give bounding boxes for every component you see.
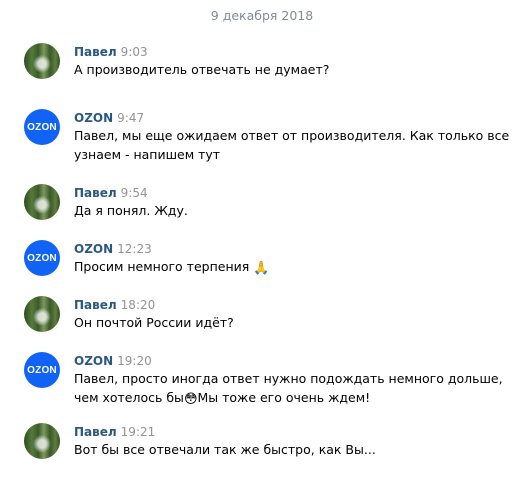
ozon-logo-icon: OZON [27, 252, 57, 264]
message: Павел 19:21 Вот бы все отвечали так же бы… [24, 423, 514, 463]
author-name[interactable]: OZON [74, 354, 113, 368]
avatar[interactable]: OZON [24, 240, 60, 276]
avatar[interactable]: OZON [24, 352, 60, 388]
message: OZON OZON 19:20 Павел, просто иногда отве… [24, 352, 514, 423]
message-header: Павел 9:54 [74, 184, 514, 200]
message-text-content: Мы тоже его очень ждем! [197, 390, 371, 405]
message: Павел 18:20 Он почтой России идёт? [24, 296, 514, 352]
timestamp[interactable]: 12:23 [117, 242, 152, 256]
author-name[interactable]: Павел [74, 186, 117, 200]
message: OZON OZON 9:47 Павел, мы еще ожидаем отве… [24, 109, 514, 184]
message-header: Павел 18:20 [74, 296, 514, 312]
flushed-face-emoji-icon: 😳 [183, 392, 198, 407]
author-name[interactable]: Павел [74, 298, 117, 312]
timestamp[interactable]: 18:20 [121, 298, 156, 312]
timestamp[interactable]: 19:21 [121, 425, 156, 439]
avatar[interactable] [24, 296, 60, 332]
timestamp[interactable]: 9:47 [117, 111, 144, 125]
message: Павел 9:54 Да я понял. Жду. [24, 184, 514, 240]
message-text: Павел, просто иногда ответ нужно подожда… [74, 369, 514, 407]
message-header: OZON 9:47 [74, 109, 514, 125]
message-header: Павел 19:21 [74, 423, 514, 439]
message-text: А производитель отвечать не думает? [74, 62, 330, 77]
avatar[interactable]: OZON [24, 109, 60, 145]
message-list: Павел 9:03 А производитель отвечать не ду… [24, 43, 514, 463]
message-header: Павел 9:03 [74, 43, 514, 59]
author-name[interactable]: Павел [74, 45, 117, 59]
message-text: Вот бы все отвечали так же быстро, как В… [74, 442, 376, 457]
message-text: Просим немного терпения 🙏 [74, 257, 514, 276]
folded-hands-emoji-icon: 🙏 [253, 261, 270, 276]
ozon-logo-icon: OZON [27, 121, 57, 133]
author-name[interactable]: OZON [74, 242, 113, 256]
avatar[interactable] [24, 423, 60, 459]
timestamp[interactable]: 9:54 [121, 186, 148, 200]
author-name[interactable]: OZON [74, 111, 113, 125]
message: Павел 9:03 А производитель отвечать не ду… [24, 43, 514, 109]
message-text: Да я понял. Жду. [74, 203, 188, 218]
message-text-content: Просим немного терпения [74, 259, 250, 274]
message-text: Павел, мы еще ожидаем ответ от производи… [74, 128, 510, 162]
timestamp[interactable]: 9:03 [121, 45, 148, 59]
message-header: OZON 12:23 [74, 240, 514, 256]
message: OZON OZON 12:23 Просим немного терпения 🙏 [24, 240, 514, 296]
timestamp[interactable]: 19:20 [117, 354, 152, 368]
date-divider: 9 декабря 2018 [210, 8, 314, 23]
author-name[interactable]: Павел [74, 425, 117, 439]
ozon-logo-icon: OZON [27, 364, 57, 376]
avatar[interactable] [24, 184, 60, 220]
message-text: Он почтой России идёт? [74, 315, 234, 330]
avatar[interactable] [24, 43, 60, 79]
message-header: OZON 19:20 [74, 352, 514, 368]
